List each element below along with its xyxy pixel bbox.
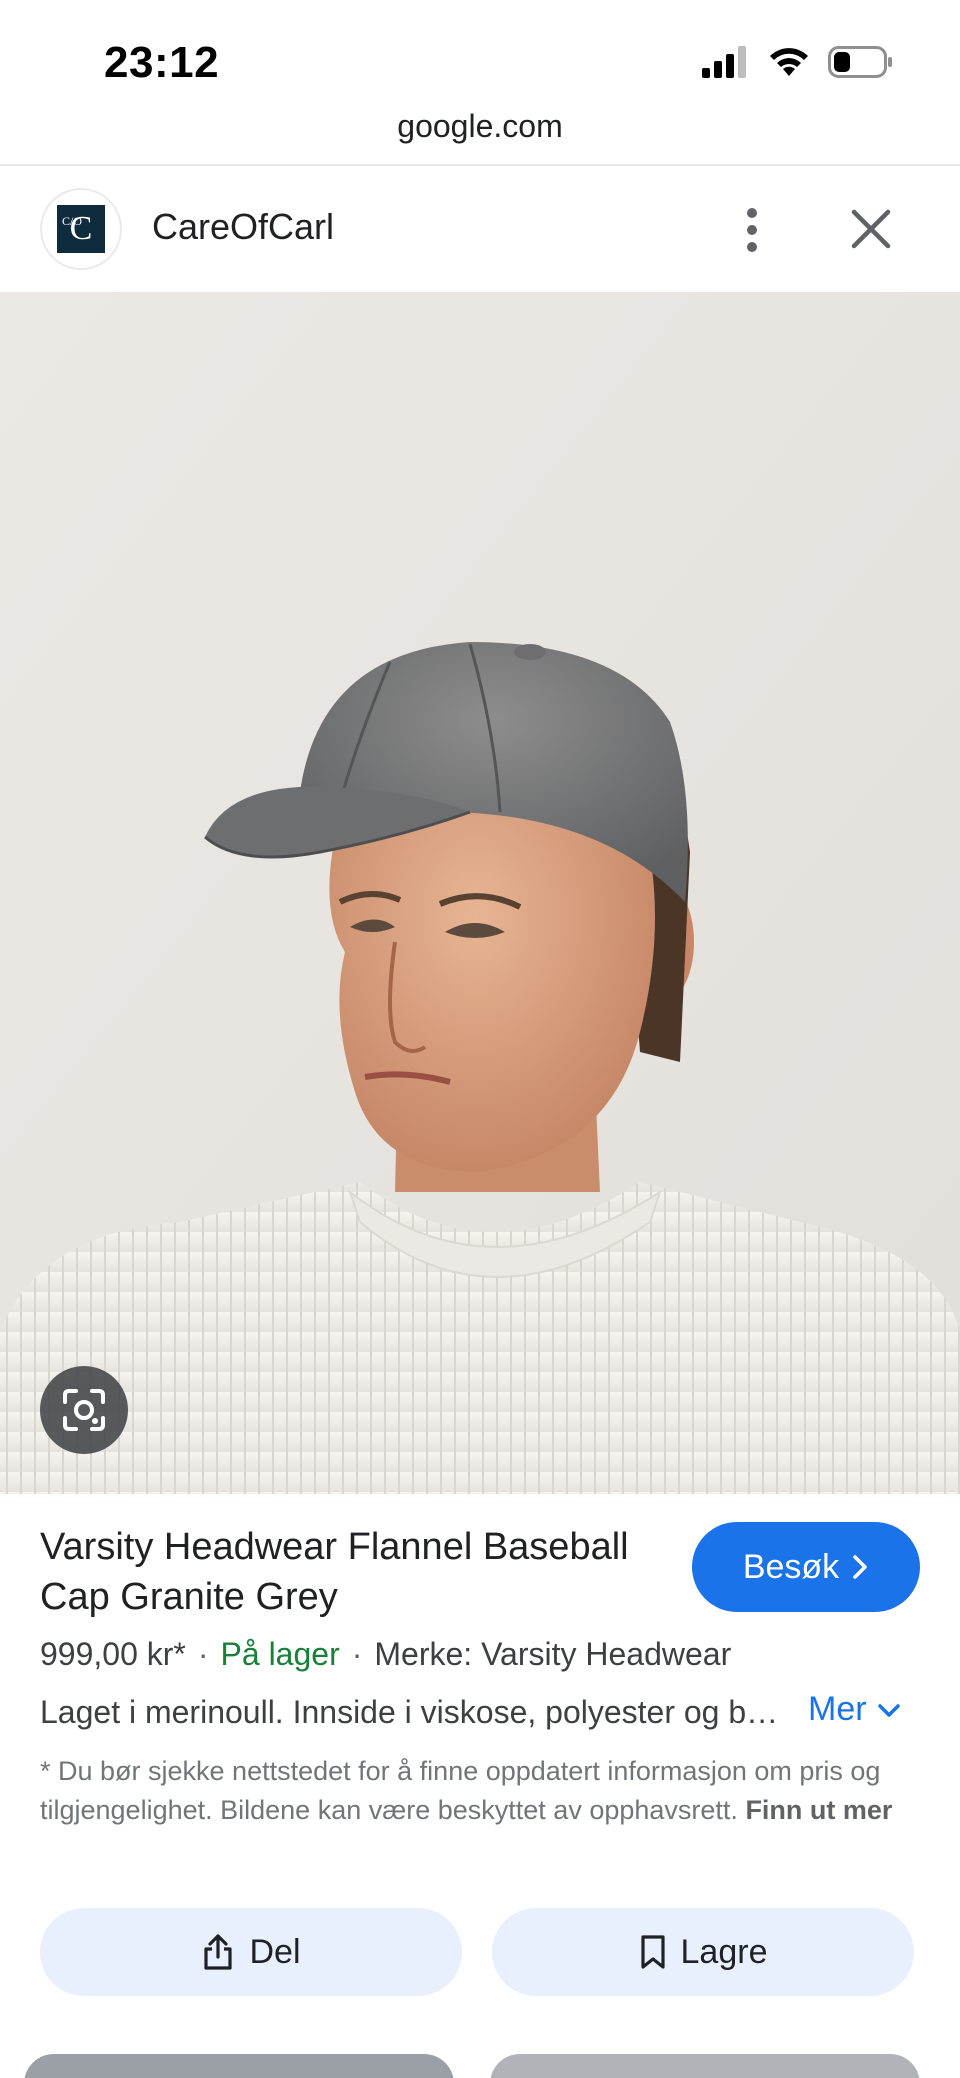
share-icon [204, 1934, 233, 1970]
cellular-icon [702, 46, 746, 78]
lens-icon [63, 1389, 105, 1431]
url-bar[interactable]: google.com [0, 108, 960, 166]
share-label: Del [249, 1932, 301, 1971]
careofcarl-logo-icon: C/O C [57, 205, 105, 253]
visit-button[interactable]: Besøk [692, 1522, 920, 1612]
site-name[interactable]: CareOfCarl [152, 206, 334, 248]
status-bar: 23:12 [0, 0, 960, 116]
brand: Merke: Varsity Headwear [374, 1636, 732, 1672]
sheet-header: C/O C CareOfCarl [0, 166, 960, 292]
visit-label: Besøk [742, 1547, 840, 1586]
product-description: Laget i merinoull. Innside i viskose, po… [40, 1694, 792, 1730]
more-options-icon[interactable] [730, 202, 774, 258]
related-image[interactable] [490, 2054, 920, 2078]
disclaimer: * Du bør sjekke nettstedet for å finne o… [40, 1752, 920, 1830]
product-title: Varsity Headwear Flannel Baseball Cap Gr… [40, 1526, 629, 1618]
battery-icon [828, 46, 892, 78]
close-icon[interactable] [848, 206, 894, 252]
site-logo[interactable]: C/O C [40, 188, 122, 270]
stock-status: På lager [220, 1636, 340, 1672]
save-label: Lagre [680, 1932, 768, 1971]
learn-more-link[interactable]: Finn ut mer [745, 1795, 892, 1825]
model-wearing-cap-image [0, 292, 960, 1494]
logo-small-text: C/O [62, 214, 83, 228]
chevron-down-icon [877, 1703, 900, 1717]
price: 999,00 kr* [40, 1636, 186, 1672]
related-image[interactable] [24, 2054, 454, 2078]
status-icons [702, 46, 894, 78]
save-button[interactable]: Lagre [492, 1908, 914, 1996]
google-lens-button[interactable] [40, 1366, 128, 1454]
more-label: Mer [808, 1690, 867, 1728]
wifi-icon [770, 48, 808, 76]
product-meta: 999,00 kr* · På lager · Merke: Varsity Headw… [40, 1636, 732, 1672]
bookmark-icon [640, 1935, 665, 1969]
share-button[interactable]: Del [40, 1908, 462, 1996]
product-image[interactable] [0, 292, 960, 1494]
more-button[interactable]: Mer [808, 1690, 901, 1729]
chevron-right-icon [853, 1555, 867, 1579]
status-time: 23:12 [104, 38, 220, 87]
